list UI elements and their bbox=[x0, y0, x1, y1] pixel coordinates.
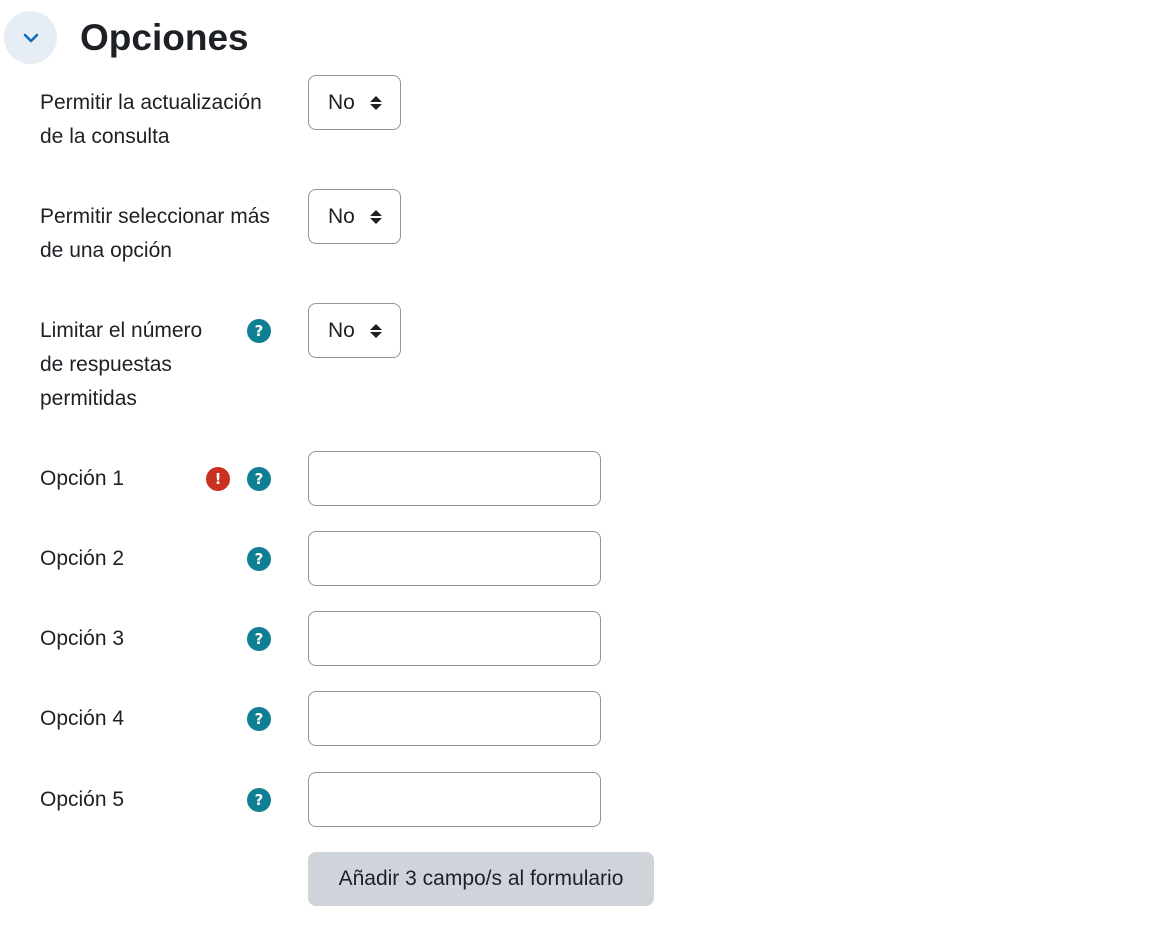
option-label-2: Opción 2 bbox=[40, 547, 125, 570]
option-input-2[interactable] bbox=[308, 531, 601, 586]
option-input-4[interactable] bbox=[308, 691, 601, 746]
required-icon: ! bbox=[206, 467, 230, 491]
chevron-down-icon bbox=[23, 33, 38, 42]
option-input-1[interactable] bbox=[308, 451, 601, 506]
add-fields-button[interactable]: Añadir 3 campo/s al formulario bbox=[308, 852, 654, 906]
section-title: Opciones bbox=[80, 17, 249, 58]
help-icon[interactable]: ? bbox=[247, 627, 271, 651]
section-header: Opciones bbox=[4, 11, 249, 64]
help-icon[interactable]: ? bbox=[247, 547, 271, 571]
limit-answers-select[interactable]: No bbox=[308, 303, 401, 358]
option-label-3: Opción 3 bbox=[40, 627, 125, 650]
select-value: No bbox=[328, 318, 355, 342]
help-icon[interactable]: ? bbox=[247, 788, 271, 812]
option-label-1: Opción 1 bbox=[40, 467, 125, 490]
option-label-5: Opción 5 bbox=[40, 788, 125, 811]
setting-label-allow-update: Permitir la actualización de la consulta bbox=[40, 91, 262, 148]
setting-label-allow-multiple: Permitir seleccionar más de una opción bbox=[40, 205, 270, 262]
sort-caret-icon bbox=[370, 96, 382, 110]
setting-label-limit-answers: Limitar el número de respuestas permitid… bbox=[40, 319, 203, 410]
select-value: No bbox=[328, 90, 355, 114]
option-label-4: Opción 4 bbox=[40, 707, 125, 730]
help-icon[interactable]: ? bbox=[247, 707, 271, 731]
select-value: No bbox=[328, 204, 355, 228]
allow-update-select[interactable]: No bbox=[308, 75, 401, 130]
allow-multiple-select[interactable]: No bbox=[308, 189, 401, 244]
collapse-toggle-button[interactable] bbox=[4, 11, 57, 64]
sort-caret-icon bbox=[370, 210, 382, 224]
help-icon[interactable]: ? bbox=[247, 467, 271, 491]
help-icon[interactable]: ? bbox=[247, 319, 271, 343]
sort-caret-icon bbox=[370, 324, 382, 338]
option-input-5[interactable] bbox=[308, 772, 601, 827]
option-input-3[interactable] bbox=[308, 611, 601, 666]
